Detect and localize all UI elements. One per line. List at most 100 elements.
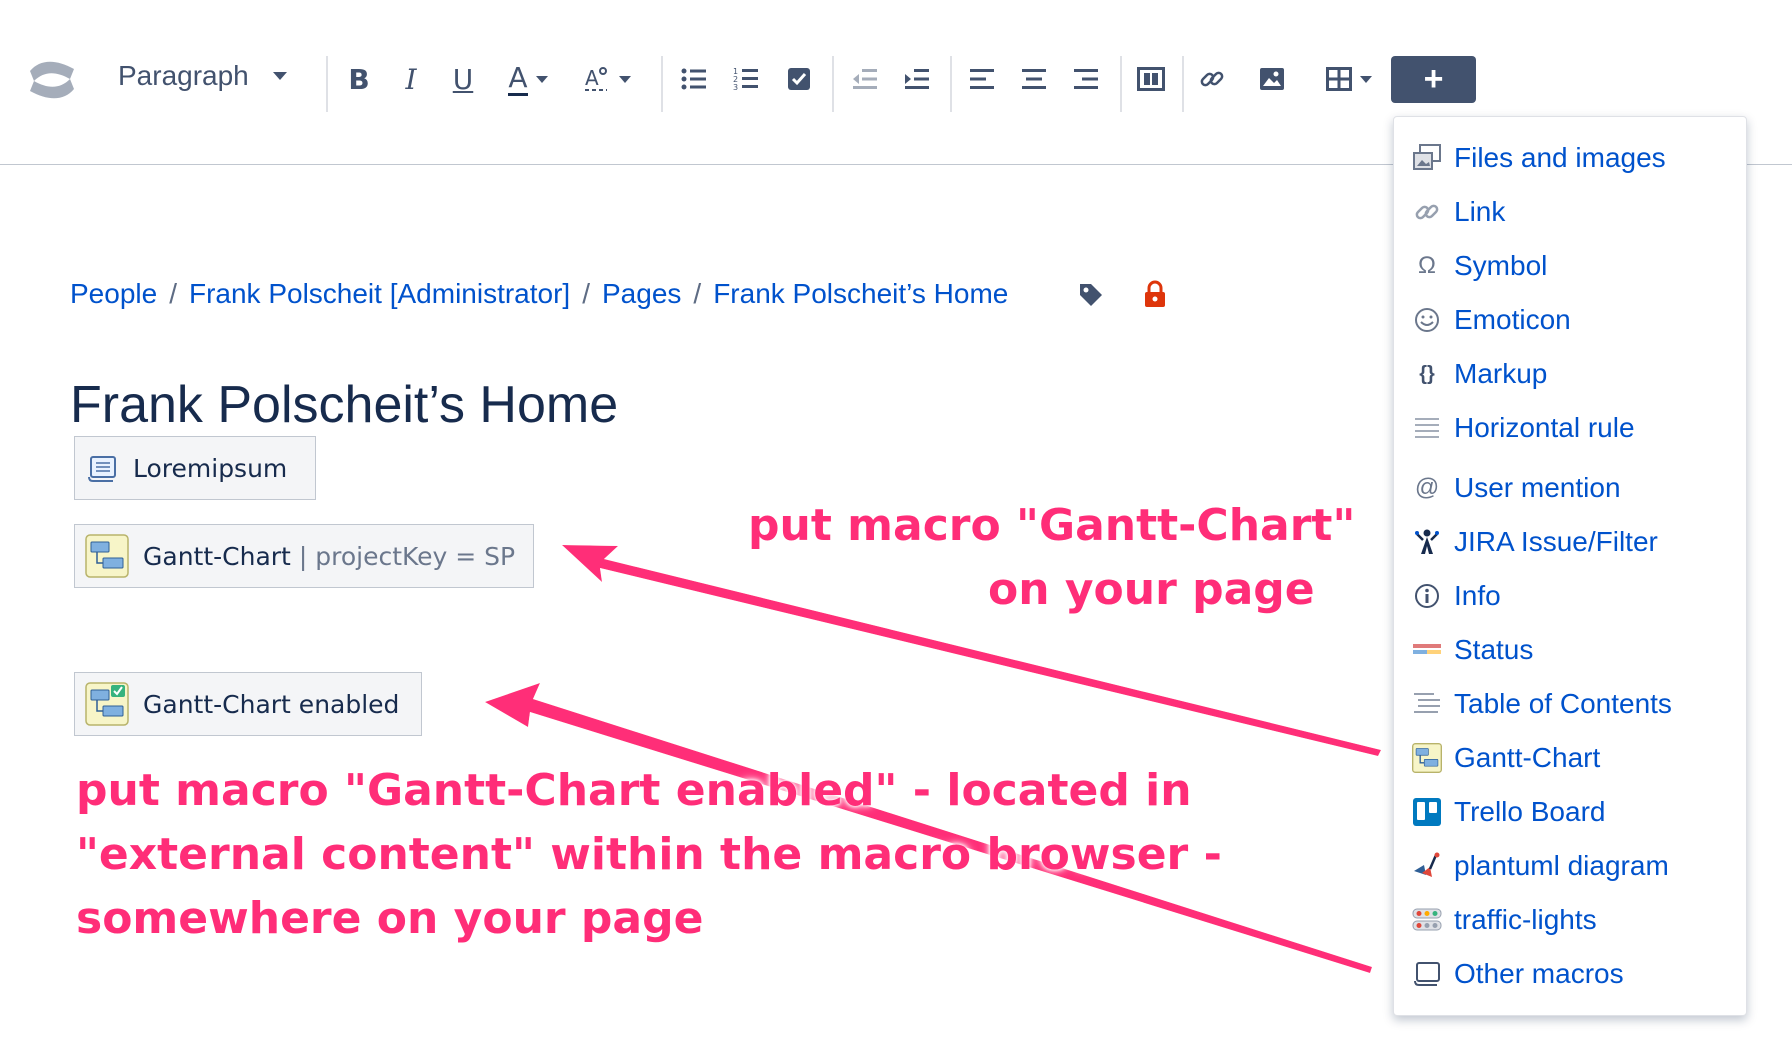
- at-icon: @: [1414, 474, 1440, 501]
- italic-button[interactable]: I: [396, 58, 426, 100]
- scroll-icon: [85, 453, 119, 483]
- page-layout-button[interactable]: [1136, 58, 1166, 100]
- insert-image-button[interactable]: [1257, 58, 1287, 100]
- gantt-enabled-icon: [85, 682, 129, 726]
- numbered-list-button[interactable]: 1 2 3: [732, 58, 760, 100]
- macro-label: Gantt-Chart: [143, 541, 291, 571]
- bullet-list-icon: [681, 68, 706, 90]
- breadcrumb-home[interactable]: Frank Polscheit’s Home: [713, 278, 1008, 310]
- jira-icon: [1412, 527, 1442, 557]
- menu-item-plantuml[interactable]: plantuml diagram: [1412, 846, 1669, 886]
- insert-link-button[interactable]: [1198, 58, 1226, 100]
- page-title[interactable]: Frank Polscheit’s Home: [70, 375, 618, 435]
- traffic-lights-icon: [1412, 905, 1442, 935]
- menu-item-label: Horizontal rule: [1454, 412, 1635, 443]
- menu-item-label: Status: [1454, 634, 1534, 665]
- numbered-list-icon: 1 2 3: [733, 67, 758, 91]
- menu-item-files-and-images[interactable]: Files and images: [1412, 138, 1666, 178]
- menu-item-link[interactable]: Link: [1412, 192, 1505, 232]
- gantt-chart-enabled-macro[interactable]: Gantt-Chart enabled: [74, 672, 422, 736]
- omega-icon: Ω: [1418, 252, 1436, 279]
- toolbar-divider: [832, 56, 834, 112]
- chevron-down-icon: [1360, 75, 1372, 83]
- breadcrumb-separator: /: [582, 278, 590, 309]
- menu-item-label: Trello Board: [1454, 796, 1606, 827]
- align-right-button[interactable]: [1072, 58, 1100, 100]
- menu-item-other-macros[interactable]: Other macros: [1412, 954, 1624, 994]
- bold-button[interactable]: B: [344, 58, 374, 100]
- gantt-icon: [85, 534, 129, 578]
- macro-label: Loremipsum: [133, 453, 288, 483]
- annotation-bottom-line-1: put macro "Gantt-Chart enabled" - locate…: [76, 765, 1192, 816]
- indent-icon: [905, 69, 929, 89]
- toolbar-divider: [1120, 56, 1122, 112]
- link-icon: [1200, 71, 1224, 87]
- menu-item-label: Link: [1454, 196, 1506, 227]
- menu-item-gantt-chart[interactable]: Gantt-Chart: [1412, 738, 1600, 778]
- menu-item-table-of-contents[interactable]: Table of Contents: [1412, 684, 1672, 724]
- status-icon: [1412, 635, 1442, 665]
- menu-item-label: Markup: [1454, 358, 1548, 389]
- confluence-logo-icon: [26, 55, 78, 105]
- loremipsum-macro[interactable]: Loremipsum: [74, 436, 316, 500]
- menu-item-label: Other macros: [1454, 958, 1624, 989]
- paragraph-format-select[interactable]: Paragraph: [118, 60, 287, 92]
- menu-item-info[interactable]: Info: [1412, 576, 1501, 616]
- paragraph-label: Paragraph: [118, 60, 249, 91]
- outdent-button[interactable]: [851, 58, 879, 100]
- insert-table-button[interactable]: [1324, 58, 1374, 100]
- text-color-button[interactable]: A: [500, 58, 556, 100]
- align-center-button[interactable]: [1020, 58, 1048, 100]
- insert-more-button[interactable]: +: [1391, 56, 1476, 103]
- align-right-icon: [1074, 69, 1098, 89]
- annotation-top-line-1: put macro "Gantt-Chart": [748, 500, 1356, 551]
- menu-item-label: Table of Contents: [1454, 688, 1672, 719]
- lines-icon: [1412, 413, 1442, 443]
- files-images-icon: [1412, 143, 1442, 173]
- menu-item-label: plantuml diagram: [1454, 850, 1669, 881]
- breadcrumb-people[interactable]: People: [70, 278, 157, 310]
- task-list-button[interactable]: [785, 58, 813, 100]
- trello-icon: [1412, 797, 1442, 827]
- menu-item-label: Emoticon: [1454, 304, 1571, 335]
- underline-label: U: [452, 62, 474, 96]
- menu-item-markup[interactable]: {} Markup: [1412, 354, 1547, 394]
- menu-item-label: Gantt-Chart: [1454, 742, 1601, 773]
- menu-item-label: User mention: [1454, 472, 1621, 503]
- indent-button[interactable]: [903, 58, 931, 100]
- gantt-chart-macro[interactable]: Gantt-Chart | projectKey = SP: [74, 524, 534, 588]
- tag-icon[interactable]: [1078, 282, 1104, 313]
- breadcrumb-separator: /: [169, 278, 177, 309]
- outdent-icon: [853, 69, 877, 89]
- plus-icon: +: [1423, 60, 1444, 98]
- menu-item-status[interactable]: Status: [1412, 630, 1533, 670]
- chevron-down-icon: [535, 75, 548, 83]
- breadcrumb-pages[interactable]: Pages: [602, 278, 681, 310]
- toc-icon: [1412, 689, 1442, 719]
- toolbar-divider: [950, 56, 952, 112]
- menu-item-horizontal-rule[interactable]: Horizontal rule: [1412, 408, 1635, 448]
- plantuml-icon: [1412, 851, 1442, 881]
- menu-item-emoticon[interactable]: Emoticon: [1412, 300, 1571, 340]
- menu-item-trello-board[interactable]: Trello Board: [1412, 792, 1605, 832]
- breadcrumb-user[interactable]: Frank Polscheit [Administrator]: [189, 278, 570, 310]
- text-style-icon: A: [585, 66, 607, 91]
- smiley-icon: [1412, 305, 1442, 335]
- underline-button[interactable]: U: [448, 58, 478, 100]
- menu-item-traffic-lights[interactable]: traffic-lights: [1412, 900, 1597, 940]
- annotation-bottom-line-3: somewhere on your page: [76, 893, 704, 944]
- align-left-icon: [970, 69, 994, 89]
- menu-item-jira[interactable]: JIRA Issue/Filter: [1412, 522, 1658, 562]
- bullet-list-button[interactable]: [680, 58, 708, 100]
- toolbar-divider: [326, 56, 328, 112]
- lock-icon[interactable]: [1143, 280, 1167, 313]
- text-style-button[interactable]: A: [578, 58, 636, 100]
- menu-item-user-mention[interactable]: @ User mention: [1412, 468, 1621, 508]
- menu-item-label: Files and images: [1454, 142, 1666, 173]
- gantt-icon: [1412, 743, 1442, 773]
- menu-item-label: Info: [1454, 580, 1501, 611]
- align-left-button[interactable]: [968, 58, 996, 100]
- svg-text:A: A: [585, 66, 599, 90]
- menu-item-symbol[interactable]: Ω Symbol: [1412, 246, 1547, 286]
- text-color-label: A: [508, 60, 528, 96]
